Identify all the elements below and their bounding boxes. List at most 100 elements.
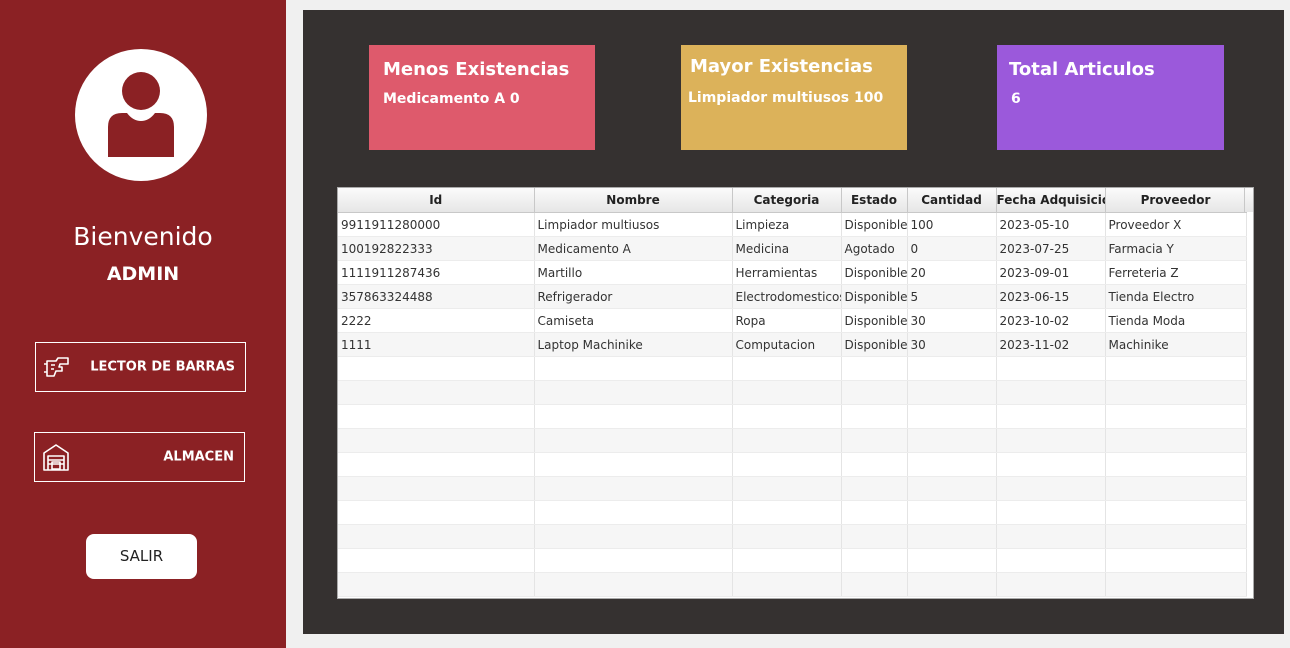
cell-proveedor: Farmacia Y [1105, 236, 1247, 261]
warehouse-label: ALMACEN [163, 449, 234, 465]
empty-cell [907, 500, 997, 525]
empty-cell [732, 572, 842, 597]
total-items-card: Total Articulos 6 [997, 45, 1224, 150]
empty-cell [338, 500, 535, 525]
empty-cell [1105, 428, 1247, 453]
cell-cantidad: 5 [907, 284, 997, 309]
cell-estado: Disponible [841, 260, 908, 285]
cell-id: 2222 [338, 308, 535, 333]
empty-cell [841, 524, 908, 549]
username: ADMIN [106, 263, 180, 285]
user-avatar-icon [75, 49, 207, 181]
empty-cell [996, 380, 1106, 405]
empty-cell [907, 524, 997, 549]
empty-cell [841, 404, 908, 429]
cell-fecha: 2023-06-15 [996, 284, 1106, 309]
empty-cell [338, 356, 535, 381]
cell-cantidad: 20 [907, 260, 997, 285]
empty-cell [1105, 476, 1247, 501]
empty-cell [534, 500, 733, 525]
empty-cell [1105, 572, 1247, 597]
empty-cell [534, 428, 733, 453]
cell-fecha: 2023-10-02 [996, 308, 1106, 333]
table-row[interactable]: 1111911287436 Martillo Herramientas Disp… [338, 260, 1247, 285]
empty-cell [338, 380, 535, 405]
table-row[interactable]: 100192822333 Medicamento A Medicina Agot… [338, 236, 1247, 261]
empty-cell [534, 572, 733, 597]
empty-cell [1105, 380, 1247, 405]
empty-cell [338, 548, 535, 573]
empty-cell [732, 452, 842, 477]
empty-cell [338, 452, 535, 477]
cell-cantidad: 30 [907, 332, 997, 357]
empty-cell [534, 476, 733, 501]
empty-cell [996, 476, 1106, 501]
empty-table-row [338, 356, 1247, 381]
column-header-nombre[interactable]: Nombre [534, 188, 733, 213]
empty-table-row [338, 572, 1247, 597]
empty-cell [907, 476, 997, 501]
sidebar: Bienvenido ADMIN LECTOR DE BARRAS ALMACE… [0, 0, 286, 648]
column-header-fecha[interactable]: Fecha Adquisicion [996, 188, 1106, 213]
cell-categoria: Computacion [732, 332, 842, 357]
empty-cell [996, 548, 1106, 573]
empty-cell [1105, 500, 1247, 525]
barcode-scanner-button[interactable]: LECTOR DE BARRAS [35, 342, 246, 392]
empty-cell [996, 500, 1106, 525]
empty-cell [841, 356, 908, 381]
empty-cell [338, 404, 535, 429]
table-row[interactable]: 1111 Laptop Machinike Computacion Dispon… [338, 332, 1247, 357]
table-row[interactable]: 9911911280000 Limpiador multiusos Limpie… [338, 212, 1247, 237]
empty-cell [534, 380, 733, 405]
exit-button[interactable]: SALIR [86, 534, 197, 579]
cell-nombre: Martillo [534, 260, 733, 285]
table-row[interactable]: 357863324488 Refrigerador Electrodomesti… [338, 284, 1247, 309]
empty-cell [338, 524, 535, 549]
cell-fecha: 2023-09-01 [996, 260, 1106, 285]
cell-id: 1111 [338, 332, 535, 357]
barcode-scanner-icon [42, 352, 72, 382]
max-stock-value: Limpiador multiusos 100 [688, 90, 884, 106]
empty-cell [732, 428, 842, 453]
cell-nombre: Camiseta [534, 308, 733, 333]
empty-table-row [338, 380, 1247, 405]
empty-cell [841, 452, 908, 477]
empty-cell [841, 428, 908, 453]
empty-cell [907, 404, 997, 429]
column-header-estado[interactable]: Estado [841, 188, 908, 213]
column-header-cantidad[interactable]: Cantidad [907, 188, 997, 213]
column-header-categoria[interactable]: Categoria [732, 188, 842, 213]
empty-cell [996, 524, 1106, 549]
empty-cell [841, 476, 908, 501]
empty-cell [338, 428, 535, 453]
cell-nombre: Limpiador multiusos [534, 212, 733, 237]
empty-table-row [338, 500, 1247, 525]
cell-proveedor: Machinike [1105, 332, 1247, 357]
barcode-scanner-label: LECTOR DE BARRAS [90, 359, 235, 375]
table-row[interactable]: 2222 Camiseta Ropa Disponible 30 2023-10… [338, 308, 1247, 333]
empty-cell [732, 380, 842, 405]
empty-cell [732, 476, 842, 501]
empty-cell [732, 500, 842, 525]
empty-table-row [338, 452, 1247, 477]
cell-estado: Disponible [841, 332, 908, 357]
cell-categoria: Limpieza [732, 212, 842, 237]
empty-cell [841, 500, 908, 525]
empty-cell [1105, 524, 1247, 549]
empty-cell [1105, 452, 1247, 477]
empty-cell [338, 476, 535, 501]
empty-cell [841, 572, 908, 597]
warehouse-button[interactable]: ALMACEN [34, 432, 245, 482]
empty-cell [841, 380, 908, 405]
dashboard-panel: Menos Existencias Medicamento A 0 Mayor … [303, 10, 1284, 634]
cell-categoria: Medicina [732, 236, 842, 261]
total-items-title: Total Articulos [1009, 59, 1155, 80]
inventory-table[interactable]: Id Nombre Categoria Estado Cantidad Fech… [337, 187, 1254, 599]
column-header-proveedor[interactable]: Proveedor [1105, 188, 1247, 213]
warehouse-icon [41, 442, 71, 472]
column-header-id[interactable]: Id [338, 188, 535, 213]
cell-proveedor: Tienda Moda [1105, 308, 1247, 333]
cell-estado: Disponible [841, 308, 908, 333]
cell-id: 9911911280000 [338, 212, 535, 237]
empty-cell [841, 548, 908, 573]
